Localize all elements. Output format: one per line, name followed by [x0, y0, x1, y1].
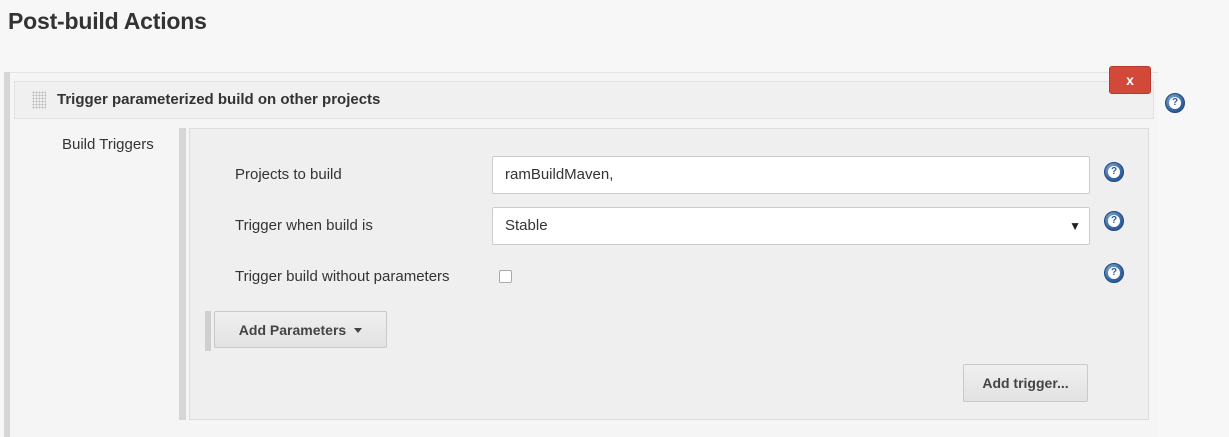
inner-block-bar	[179, 128, 186, 420]
no-params-label: Trigger build without parameters	[235, 268, 450, 285]
trigger-condition-value: Stable	[505, 217, 548, 234]
build-triggers-label: Build Triggers	[62, 136, 154, 153]
help-icon[interactable]: ?	[1104, 263, 1124, 283]
help-icon[interactable]: ?	[1104, 211, 1124, 231]
trigger-condition-label: Trigger when build is	[235, 217, 373, 234]
add-trigger-button[interactable]: Add trigger...	[963, 364, 1088, 402]
add-parameters-bar	[205, 311, 211, 351]
trigger-condition-select[interactable]: Stable ▼	[492, 207, 1090, 245]
chevron-down-icon	[354, 328, 363, 333]
add-parameters-button[interactable]: Add Parameters	[214, 311, 387, 348]
section-title: Post-build Actions	[8, 8, 207, 34]
projects-label: Projects to build	[235, 166, 342, 183]
add-parameters-label: Add Parameters	[238, 321, 347, 338]
drag-handle-icon[interactable]	[32, 91, 46, 109]
projects-input[interactable]: ramBuildMaven,	[492, 156, 1090, 194]
no-params-checkbox[interactable]	[499, 270, 512, 283]
delete-button[interactable]: x	[1109, 66, 1151, 94]
chevron-down-icon: ▼	[1069, 219, 1081, 233]
help-icon[interactable]: ?	[1165, 93, 1185, 113]
block-title: Trigger parameterized build on other pro…	[57, 91, 381, 108]
help-icon[interactable]: ?	[1104, 162, 1124, 182]
